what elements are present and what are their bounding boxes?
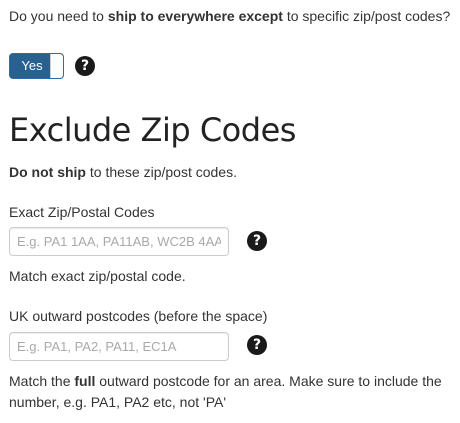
outward-codes-note: Match the full outward postcode for an a…: [9, 371, 454, 413]
question-emphasis: ship to everywhere except: [107, 8, 283, 24]
page-title: Exclude Zip Codes: [9, 111, 296, 149]
outward-codes-input[interactable]: [9, 332, 229, 361]
outward-codes-help-icon[interactable]: ?: [247, 335, 267, 355]
toggle-on-label: Yes: [10, 54, 54, 78]
exclude-description: Do not ship to these zip/post codes.: [9, 162, 237, 182]
toggle-handle[interactable]: [50, 54, 63, 78]
outward-note-emphasis: full: [74, 373, 96, 389]
exclude-description-emphasis: Do not ship: [9, 164, 86, 180]
exact-codes-note: Match exact zip/postal code.: [9, 268, 186, 284]
ship-everywhere-except-question: Do you need to ship to everywhere except…: [9, 6, 454, 27]
outward-note-prefix: Match the: [9, 373, 75, 389]
exclude-description-rest: to these zip/post codes.: [86, 164, 237, 180]
exact-codes-help-icon[interactable]: ?: [247, 231, 267, 251]
question-prefix: Do you need to: [9, 8, 108, 24]
question-help-icon[interactable]: ?: [75, 56, 95, 76]
exact-codes-input[interactable]: [9, 227, 229, 256]
exact-codes-label: Exact Zip/Postal Codes: [9, 204, 155, 220]
outward-codes-label: UK outward postcodes (before the space): [9, 308, 268, 324]
ship-except-toggle[interactable]: Yes: [9, 53, 64, 79]
question-suffix: to specific zip/post codes?: [282, 8, 451, 24]
